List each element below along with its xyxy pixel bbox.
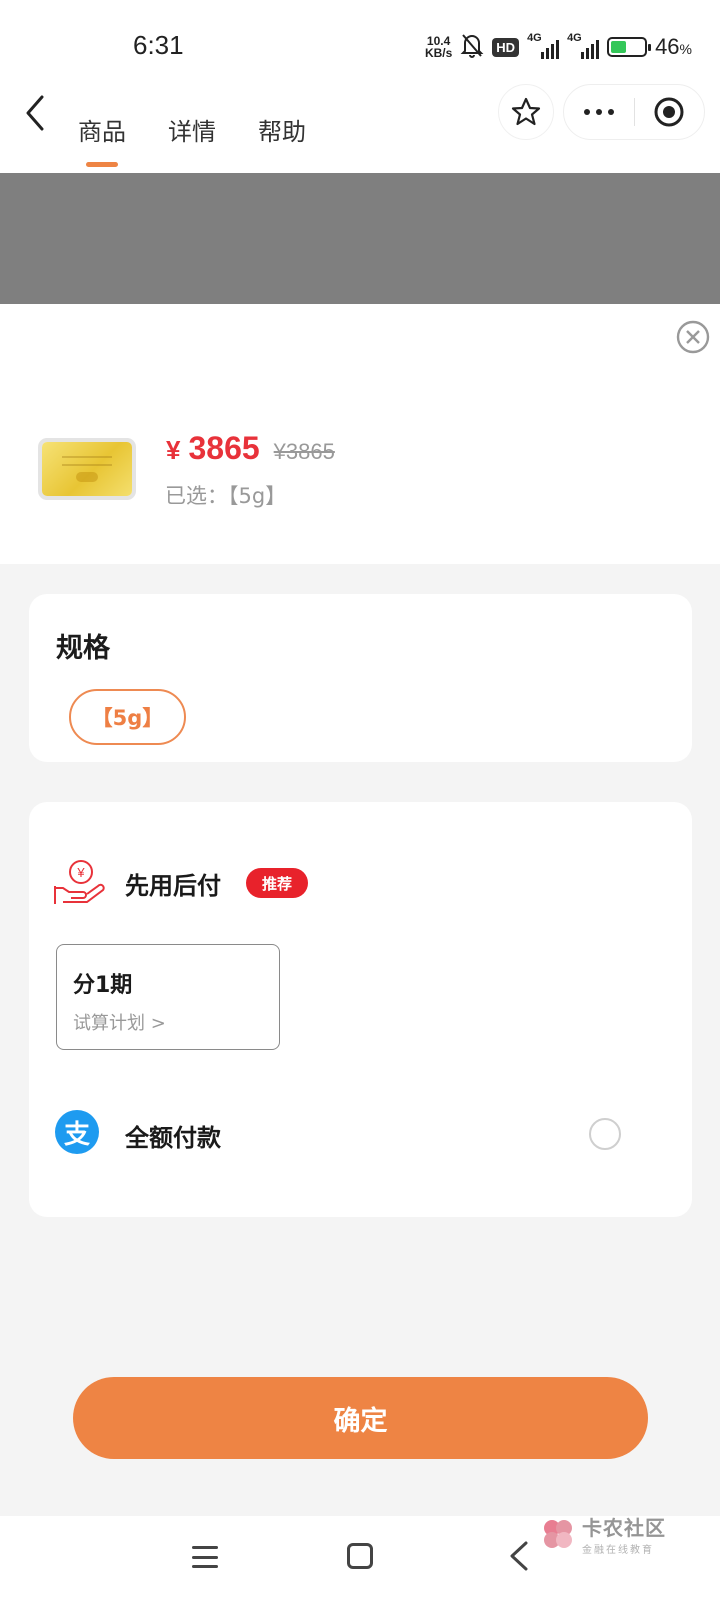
back-icon (510, 1541, 528, 1571)
net-speed: 10.4 KB/s (425, 35, 452, 59)
signal-icon: 4G (527, 32, 560, 59)
menu-icon (192, 1546, 218, 1549)
status-indicators: 10.4 KB/s HD 4G 4G 46% (425, 30, 692, 64)
battery-percent: 46% (655, 34, 692, 59)
signal-icon: 4G (567, 32, 600, 59)
top-nav: 商品 详情 帮助 (0, 80, 720, 173)
target-icon (654, 97, 684, 127)
full-payment-radio[interactable] (589, 1118, 621, 1150)
more-icon (583, 109, 590, 115)
home-button[interactable] (347, 1543, 373, 1569)
hand-coin-icon: ¥ (53, 858, 107, 908)
mute-bell-icon (460, 32, 484, 62)
close-sheet-button[interactable] (676, 320, 710, 354)
watermark-logo-icon (544, 1520, 572, 1548)
spec-option-5g[interactable]: 【5g】 (69, 689, 186, 745)
signal-type-label: 4G (527, 32, 542, 44)
price-value: 3865 (188, 430, 260, 466)
selected-spec-text: 已选：【5g】 (165, 484, 287, 508)
price-row: ¥3865 ¥3865 (166, 430, 335, 467)
status-time: 6:31 (133, 30, 184, 60)
recommend-badge: 推荐 (246, 868, 309, 898)
watermark-sub: 金融在线教育 (582, 1545, 654, 1556)
plan-title: 分1期 (73, 973, 133, 998)
spec-title: 规格 (56, 633, 110, 664)
svg-text:¥: ¥ (76, 865, 85, 880)
tab-details[interactable]: 详情 (168, 112, 216, 152)
watermark-main: 卡农社区 (582, 1516, 666, 1540)
alipay-icon: 支 (55, 1110, 99, 1154)
recent-apps-button[interactable] (192, 1544, 218, 1570)
original-price: ¥3865 (273, 439, 335, 464)
overlay-backdrop[interactable] (0, 173, 720, 304)
hd-badge: HD (492, 37, 520, 57)
installment-plan-option[interactable]: 分1期 试算计划 > (56, 944, 280, 1050)
full-payment-label[interactable]: 全额付款 (125, 1118, 221, 1153)
battery-fill (611, 41, 626, 53)
net-speed-unit: KB/s (424, 46, 453, 60)
signal-type-label: 4G (567, 32, 582, 44)
star-icon (511, 97, 541, 126)
product-summary: ¥3865 ¥3865 已选：【5g】 (0, 304, 720, 564)
favorite-button[interactable] (498, 84, 554, 140)
close-circle-icon (676, 320, 710, 354)
payment-card: ¥ 先用后付 推荐 分1期 试算计划 > 支 全额付款 (29, 802, 692, 1217)
confirm-button[interactable]: 确定 (73, 1377, 648, 1459)
close-mini-program-button[interactable] (635, 96, 705, 128)
bnpl-label[interactable]: 先用后付 (125, 866, 221, 901)
status-bar: 6:31 10.4 KB/s HD 4G 4G 46% (0, 0, 720, 80)
system-back-button[interactable] (506, 1540, 532, 1572)
plan-calculator-link[interactable]: 试算计划 > (73, 1009, 166, 1035)
product-image (42, 442, 132, 496)
tab-bar: 商品 详情 帮助 (78, 112, 306, 167)
back-button[interactable] (18, 92, 52, 134)
spec-card: 规格 【5g】 (29, 594, 692, 762)
watermark: 卡农社区 金融在线教育 (540, 1512, 666, 1556)
currency-symbol: ¥ (166, 435, 181, 465)
tab-help[interactable]: 帮助 (258, 112, 306, 152)
back-icon (26, 95, 44, 131)
tab-product[interactable]: 商品 (78, 112, 126, 167)
current-price: ¥3865 (166, 430, 260, 467)
battery-icon (607, 37, 652, 57)
more-button[interactable] (564, 109, 634, 115)
mini-program-capsule (563, 84, 705, 140)
